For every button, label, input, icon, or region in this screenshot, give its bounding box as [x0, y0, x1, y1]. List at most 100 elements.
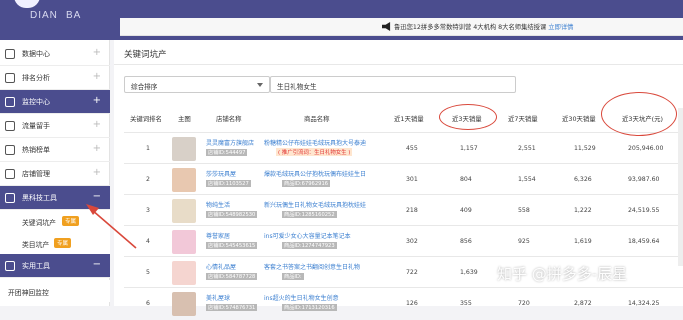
- sidebar-item-rank-analysis[interactable]: 排名分析 +: [0, 66, 110, 90]
- sidebar-item-label: 排名分析: [22, 74, 50, 82]
- table-row[interactable]: 4 尊誉家居 店铺ID:545453615 ins可爱少女心大容量记本笔记本 商品ID:…: [124, 225, 683, 258]
- scrollbar[interactable]: [678, 108, 683, 266]
- shop-icon: [5, 169, 15, 179]
- cell-rank: 3: [146, 207, 150, 214]
- cell-rank: 2: [146, 176, 150, 183]
- shop-name-link[interactable]: 物纯生活: [206, 200, 230, 209]
- product-name-link[interactable]: ins超火的生日礼物女生创意: [264, 293, 379, 302]
- cell-sales-30d: 1,222: [574, 207, 592, 214]
- product-id: 商品ID:1713120316: [282, 304, 337, 311]
- shop-id: 店铺ID:544497: [206, 149, 248, 156]
- chevron-down-icon: [257, 83, 263, 87]
- exclusive-badge: 专属: [62, 216, 80, 226]
- cell-sales-3d: 804: [460, 176, 472, 183]
- monitor-icon: [5, 97, 15, 107]
- sidebar-subitem-category-pit[interactable]: 类目坑产 专属: [0, 232, 110, 254]
- cell-pit-3d: 18,459.64: [628, 238, 660, 245]
- keyword-select[interactable]: 生日礼物女生: [270, 76, 516, 93]
- shop-name-link[interactable]: 心情礼品屋: [206, 262, 236, 271]
- hot-icon: [5, 145, 15, 155]
- cell-sales-30d: 6,326: [574, 176, 592, 183]
- notice-text: 鲁迅您12拼多多常数特训营 4大机构 8大名师集结授课 立即详情: [394, 22, 573, 31]
- shop-id: 店铺ID:548982530: [206, 211, 258, 218]
- sidebar-subitem-keyword-pit[interactable]: 关键词坑产 专属: [0, 210, 110, 232]
- cell-pit-3d: 205,946.00: [628, 145, 664, 152]
- sidebar-item-label: 流量留手: [22, 122, 50, 130]
- sidebar-item-hot-list[interactable]: 热销榜单 +: [0, 138, 110, 162]
- watermark: 知乎 @拼多多-辰星: [497, 265, 628, 283]
- table-row[interactable]: 1 灵灵魔富方旗舰店 店铺ID:544497 粉糖精公仔布娃娃毛绒玩具抱大号泰迪( 推…: [124, 132, 683, 165]
- table-row[interactable]: 6 美礼屋球 店铺ID:574876731 ins超火的生日礼物女生创意 商品ID:17…: [124, 287, 683, 320]
- cell-sales-3d: 1,157: [460, 145, 478, 152]
- brand-line1: DIAN: [30, 10, 58, 21]
- sidebar-item-black-tech-tools[interactable]: 黑科技工具 −: [0, 186, 110, 210]
- product-name-link[interactable]: 客套之书答案之书翻阅创意生日礼物: [264, 262, 379, 271]
- product-name-link[interactable]: 新兴玩偶生日礼物女毛绒玩具抱枕娃娃: [264, 200, 379, 209]
- product-id: 商品ID:1285160252: [282, 211, 337, 218]
- shop-name-link[interactable]: 莎莎玩具屋: [206, 169, 236, 178]
- th-sales-7d[interactable]: 近7天销量: [508, 114, 538, 123]
- table-row[interactable]: 3 物纯生活店铺ID:548982530 新兴玩偶生日礼物女毛绒玩具抱枕娃娃商品ID…: [124, 194, 683, 227]
- shop-id: 店铺ID:545453615: [206, 242, 258, 249]
- sidebar-subitem-group-monitor[interactable]: 开团神回监控: [0, 280, 110, 302]
- product-thumbnail[interactable]: [172, 199, 196, 223]
- sidebar-item-traffic[interactable]: 流量留手 +: [0, 114, 110, 138]
- plus-icon: +: [92, 143, 101, 154]
- shop-name-link[interactable]: 美礼屋球: [206, 293, 230, 302]
- product-name-link[interactable]: 爆款毛绒玩具公仔抱枕玩偶布娃娃生日: [264, 169, 379, 178]
- cell-pit-3d: 93,987.60: [628, 176, 660, 183]
- notice-link[interactable]: 立即详情: [548, 24, 573, 31]
- sort-select-value: 综合排序: [131, 83, 158, 91]
- product-name-link[interactable]: ins可爱少女心大容量记本笔记本: [264, 231, 379, 240]
- sidebar-subitem-label: 开团神回监控: [8, 289, 49, 297]
- cell-sales-1d: 302: [406, 238, 418, 245]
- th-rank: 关键词排名: [130, 115, 162, 123]
- sidebar-subitem-label: 关键词坑产: [22, 219, 56, 227]
- sort-select[interactable]: 综合排序: [124, 76, 270, 93]
- rank-icon: [5, 73, 15, 83]
- cell-sales-1d: 722: [406, 269, 418, 276]
- shop-name-link[interactable]: 灵灵魔富方旗舰店: [206, 138, 254, 147]
- sidebar-item-data-center[interactable]: 数据中心 +: [0, 42, 110, 66]
- page-title: 关键词坑产: [124, 50, 167, 60]
- product-thumbnail[interactable]: [172, 137, 196, 161]
- brand-line2: BA: [66, 10, 82, 21]
- plus-icon: +: [92, 47, 101, 58]
- th-sales-30d[interactable]: 近30天销量: [562, 114, 596, 123]
- sidebar-item-label: 热销榜单: [22, 146, 50, 154]
- chart-icon: [5, 49, 15, 59]
- cell-sales-3d: 1,639: [460, 269, 478, 276]
- shop-id: 店铺ID:574876731: [206, 304, 258, 311]
- shop-name-link[interactable]: 尊誉家居: [206, 231, 230, 240]
- product-id: 商品ID:67962916: [282, 180, 331, 187]
- sidebar-item-practical-tools[interactable]: 实用工具 −: [0, 254, 110, 278]
- cell-sales-7d: 2,551: [518, 145, 536, 152]
- sidebar-item-label: 黑科技工具: [22, 194, 57, 202]
- sidebar-item-monitor-center[interactable]: 监控中心 +: [0, 90, 110, 114]
- sidebar-item-shop-management[interactable]: 店铺管理 +: [0, 162, 110, 186]
- product-thumbnail[interactable]: [172, 168, 196, 192]
- notice-bar: 鲁迅您12拼多多常数特训营 4大机构 8大名师集结授课 立即详情: [120, 18, 683, 36]
- sidebar-item-label: 数据中心: [22, 50, 50, 58]
- divider: [114, 64, 683, 65]
- cell-sales-1d: 218: [406, 207, 418, 214]
- product-thumbnail[interactable]: [172, 230, 196, 254]
- logo-mark: [14, 0, 40, 8]
- product-name-link[interactable]: 粉糖精公仔布娃娃毛绒玩具抱大号泰迪: [264, 138, 379, 147]
- shop-id: 店铺ID:1103527: [206, 180, 251, 187]
- cell-sales-30d: 1,619: [574, 238, 592, 245]
- plus-icon: +: [92, 119, 101, 130]
- cell-sales-7d: 558: [518, 207, 530, 214]
- shop-id: 店铺ID:584787728: [206, 273, 258, 280]
- sidebar-item-label: 监控中心: [22, 98, 50, 106]
- table-row[interactable]: 2 莎莎玩具屋店铺ID:1103527 爆款毛绒玩具公仔抱枕玩偶布娃娃生日商品ID:…: [124, 163, 683, 196]
- product-thumbnail[interactable]: [172, 261, 196, 285]
- cell-rank: 4: [146, 238, 150, 245]
- highlight-circle: [439, 104, 497, 130]
- product-id: 商品ID:: [282, 273, 304, 280]
- cell-rank: 1: [146, 145, 150, 152]
- th-sales-1d[interactable]: 近1天销量: [394, 114, 424, 123]
- product-thumbnail[interactable]: [172, 292, 196, 316]
- tool-icon: [5, 193, 15, 203]
- cell-rank: 5: [146, 269, 150, 276]
